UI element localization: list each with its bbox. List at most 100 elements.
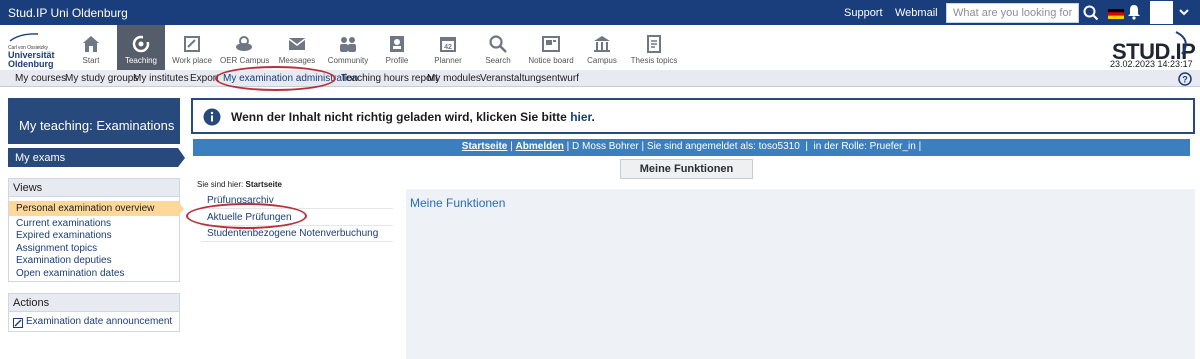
svg-text:42: 42: [444, 44, 452, 51]
sub-navigation: My courses My study groups My institutes…: [0, 70, 1200, 87]
campus-icon: [594, 36, 610, 52]
nav-thesis-topics[interactable]: Thesis topics: [629, 25, 679, 70]
menu-link-aktuelle-pruefungen[interactable]: Aktuelle Prüfungen: [207, 212, 292, 223]
nav-planner[interactable]: 42 Planner: [424, 25, 472, 70]
content-panel-title: Meine Funktionen: [410, 196, 506, 210]
view-link-personal-examination-overview[interactable]: Personal examination overview: [16, 203, 154, 214]
view-link-examination-deputies[interactable]: Examination deputies: [16, 255, 112, 266]
nav-notice-board[interactable]: Notice board: [526, 25, 576, 70]
active-view-arrow: [178, 201, 184, 216]
subnav-teaching-hours-report[interactable]: Teaching hours report: [341, 73, 438, 84]
status-logged-in-as: Sie sind angemeldet als: toso5310: [646, 141, 800, 152]
home-icon: [83, 36, 99, 52]
nav-profile-label: Profile: [385, 56, 409, 65]
nav-planner-label: Planner: [434, 56, 462, 65]
nav-start[interactable]: Start: [67, 25, 115, 70]
nav-community-label: Community: [327, 56, 369, 65]
views-widget: Views Personal examination overview Curr…: [8, 178, 180, 282]
menu-divider: [201, 225, 393, 226]
subnav-my-study-groups[interactable]: My study groups: [65, 73, 138, 84]
university-logo-line3: Oldenburg: [8, 59, 54, 69]
german-flag-icon[interactable]: [1108, 9, 1124, 19]
nav-profile[interactable]: Profile: [373, 25, 421, 70]
sidebar-active-arrow: [178, 148, 185, 167]
edit-icon: [13, 318, 23, 328]
oer-campus-icon: [236, 36, 252, 51]
abmelden-link[interactable]: Abmelden: [516, 141, 564, 152]
community-icon: [340, 37, 356, 52]
nav-community[interactable]: Community: [324, 25, 372, 70]
view-link-open-examination-dates[interactable]: Open examination dates: [16, 268, 124, 279]
menu-divider: [201, 208, 393, 209]
status-separator: |: [566, 141, 570, 152]
info-message-box: Wenn der Inhalt nicht richtig geladen wi…: [191, 98, 1195, 134]
nav-campus[interactable]: Campus: [578, 25, 626, 70]
sidebar-title: My teaching: Examinations: [8, 98, 180, 144]
nav-notice-board-label: Notice board: [528, 56, 574, 65]
university-logo[interactable]: Carl von Ossietzky Universität Oldenburg: [8, 32, 58, 69]
subnav-my-modules[interactable]: My modules: [427, 73, 481, 84]
reload-here-link[interactable]: hier: [570, 110, 591, 124]
global-search-input[interactable]: [946, 3, 1079, 23]
support-link[interactable]: Support: [844, 7, 883, 19]
nav-teaching-label: Teaching: [124, 56, 158, 65]
sidebar-item-my-exams[interactable]: My exams: [8, 148, 178, 167]
breadcrumb-label: Sie sind hier:: [197, 180, 244, 189]
status-separator: |: [510, 141, 513, 152]
top-bar: Stud.IP Uni Oldenburg Support Webmail: [0, 0, 1200, 25]
subnav-my-institutes[interactable]: My institutes: [133, 73, 189, 84]
webmail-link[interactable]: Webmail: [895, 7, 938, 19]
search-icon[interactable]: [1082, 4, 1100, 22]
teaching-icon: [132, 35, 150, 53]
actions-widget-header: Actions: [9, 294, 179, 312]
meine-funktionen-button[interactable]: Meine Funktionen: [620, 159, 753, 179]
nav-start-label: Start: [82, 56, 100, 65]
nav-oer-campus[interactable]: OER Campus: [220, 25, 269, 70]
svg-text:?: ?: [1182, 75, 1188, 85]
notification-bell-icon[interactable]: [1127, 4, 1141, 20]
nav-workplace-label: Work place: [172, 56, 212, 65]
avatar[interactable]: [1150, 1, 1173, 24]
actions-widget: Actions Examination date announcement: [8, 293, 180, 332]
status-separator: |: [641, 141, 645, 152]
current-datetime: 23.02.2023 14:23:17: [1110, 59, 1193, 69]
subnav-my-courses[interactable]: My courses: [15, 73, 66, 84]
chevron-down-icon[interactable]: [1178, 7, 1190, 17]
nav-messages-label: Messages: [278, 56, 316, 65]
nav-messages[interactable]: Messages: [273, 25, 321, 70]
nav-search-label: Search: [485, 56, 511, 65]
nav-teaching[interactable]: Teaching: [117, 25, 165, 70]
thesis-icon: [647, 35, 661, 53]
profile-icon: [390, 36, 404, 52]
university-logo-arc-icon: [9, 33, 39, 42]
workplace-icon: [184, 36, 200, 52]
help-icon[interactable]: ?: [1178, 72, 1192, 86]
nav-workplace[interactable]: Work place: [168, 25, 216, 70]
subnav-veranstaltungsentwurf[interactable]: Veranstaltungsentwurf: [480, 73, 579, 84]
nav-thesis-topics-label: Thesis topics: [630, 56, 678, 65]
view-link-expired-examinations[interactable]: Expired examinations: [16, 230, 112, 241]
status-separator: |: [805, 141, 808, 152]
menu-link-studentenbezogene-notenverbuchung[interactable]: Studentenbezogene Notenverbuchung: [207, 228, 378, 239]
breadcrumb-current[interactable]: Startseite: [245, 180, 281, 189]
subnav-export[interactable]: Export: [190, 73, 219, 84]
studip-logo-arc-icon: [1175, 31, 1187, 55]
menu-divider: [201, 241, 393, 242]
content-panel: [406, 189, 1195, 359]
subnav-my-examination-administration[interactable]: My examination administration: [223, 73, 358, 84]
mail-icon: [288, 38, 306, 50]
menu-link-pruefungsarchiv[interactable]: Prüfungsarchiv: [207, 195, 274, 206]
startseite-link[interactable]: Startseite: [462, 141, 508, 152]
session-status-bar: Startseite | Abmelden | D Moss Bohrer | …: [193, 139, 1190, 156]
status-role: in der Rolle: Pruefer_in: [813, 141, 916, 152]
site-brand[interactable]: Stud.IP Uni Oldenburg: [8, 6, 128, 20]
info-message-suffix: .: [591, 110, 595, 124]
action-link-examination-date-announcement[interactable]: Examination date announcement: [26, 316, 172, 327]
view-link-assignment-topics[interactable]: Assignment topics: [16, 243, 97, 254]
view-link-current-examinations[interactable]: Current examinations: [16, 218, 111, 229]
status-user-name: D Moss Bohrer: [572, 141, 639, 152]
nav-search[interactable]: Search: [474, 25, 522, 70]
info-message-text: Wenn der Inhalt nicht richtig geladen wi…: [231, 110, 595, 124]
info-message-body: Wenn der Inhalt nicht richtig geladen wi…: [231, 110, 567, 124]
notice-board-icon: [542, 36, 560, 52]
